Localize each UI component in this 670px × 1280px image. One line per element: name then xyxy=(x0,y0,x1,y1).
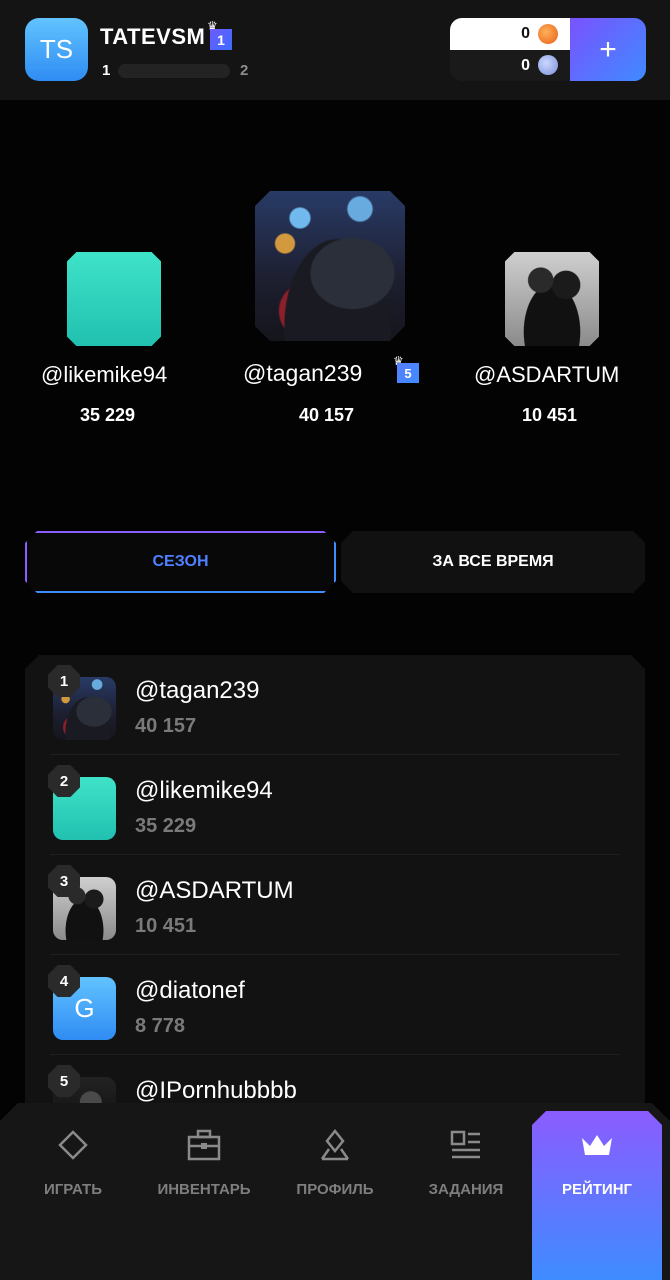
podium-score-1: 40 157 xyxy=(299,405,355,425)
user-avatar[interactable]: TS xyxy=(25,18,88,81)
coins-balance: 0 xyxy=(521,25,530,42)
list-item[interactable]: G 4 @diatonef 8 778 xyxy=(25,955,645,1055)
podium-name-3[interactable]: @ASDARTUM xyxy=(474,362,619,388)
avatar-initials: TS xyxy=(39,34,74,64)
podium-avatar-1[interactable] xyxy=(255,191,405,341)
nav-profile[interactable]: ПРОФИЛЬ xyxy=(270,1125,400,1198)
level-badge: 1 xyxy=(210,29,232,50)
row-username: @diatonef xyxy=(135,977,245,1004)
wallet-coins-row: 0 xyxy=(450,18,570,50)
row-score: 8 778 xyxy=(135,1015,186,1037)
list-item[interactable]: 2 @likemike94 35 229 xyxy=(25,755,645,855)
list-item[interactable]: 3 @ASDARTUM 10 451 xyxy=(25,855,645,955)
podium-score-3: 10 451 xyxy=(522,405,578,425)
nav-inventory[interactable]: ИНВЕНТАРЬ xyxy=(139,1125,269,1198)
row-username: @ASDARTUM xyxy=(135,877,294,904)
briefcase-icon xyxy=(139,1125,269,1165)
username: TATEVSM xyxy=(100,24,206,49)
row-score: 35 229 xyxy=(135,815,197,837)
nav-rating-label: РЕЙТИНГ xyxy=(561,1181,633,1198)
podium-level-badge-1: 5 xyxy=(397,363,419,383)
nav-inventory-label: ИНВЕНТАРЬ xyxy=(157,1181,251,1198)
nav-rating[interactable]: РЕЙТИНГ xyxy=(532,1125,662,1198)
nav-play-label: ИГРАТЬ xyxy=(43,1181,102,1198)
diamond-icon xyxy=(8,1125,138,1165)
row-score: 40 157 xyxy=(135,715,197,737)
level-next: 2 xyxy=(240,62,249,79)
wallet-gems-row: 0 xyxy=(450,50,570,81)
profile-icon xyxy=(270,1125,400,1165)
nav-profile-label: ПРОФИЛЬ xyxy=(296,1181,374,1198)
avatar-letter: G xyxy=(74,993,95,1023)
podium-avatar-3[interactable] xyxy=(505,252,599,346)
nav-tasks[interactable]: ЗАДАНИЯ xyxy=(401,1125,531,1198)
gem-icon xyxy=(538,55,558,75)
tab-season[interactable]: СЕЗОН xyxy=(25,531,336,593)
crown-icon xyxy=(532,1125,662,1165)
podium-avatar-2[interactable] xyxy=(67,252,161,346)
wallet: 0 0 + xyxy=(450,18,646,81)
tab-all-time[interactable]: ЗА ВСЕ ВРЕМЯ xyxy=(341,531,645,593)
list-item[interactable]: 1 @tagan239 40 157 xyxy=(25,655,645,755)
row-username: @tagan239 xyxy=(135,677,260,704)
leaderboard-list: 1 @tagan239 40 157 2 @likemike94 35 229 … xyxy=(25,655,645,1115)
level-progress-bar xyxy=(118,64,230,78)
nav-tasks-label: ЗАДАНИЯ xyxy=(428,1181,504,1198)
podium-score-2: 35 229 xyxy=(80,405,136,425)
row-username: @IPornhubbbb xyxy=(135,1077,297,1104)
podium-name-2[interactable]: @likemike94 xyxy=(41,362,167,388)
row-username: @likemike94 xyxy=(135,777,273,804)
tasks-icon xyxy=(401,1125,531,1165)
row-score: 10 451 xyxy=(135,915,197,937)
gems-balance: 0 xyxy=(521,57,530,74)
coin-icon xyxy=(538,24,558,44)
podium-name-1[interactable]: @tagan239 xyxy=(243,360,362,387)
rank-badge: 5 xyxy=(48,1065,80,1097)
top-header: TS TATEVSM ♛ 1 1 2 0 0 + xyxy=(0,0,670,100)
level-current: 1 xyxy=(102,62,111,79)
nav-play[interactable]: ИГРАТЬ xyxy=(8,1125,138,1198)
add-funds-button[interactable]: + xyxy=(570,18,646,81)
